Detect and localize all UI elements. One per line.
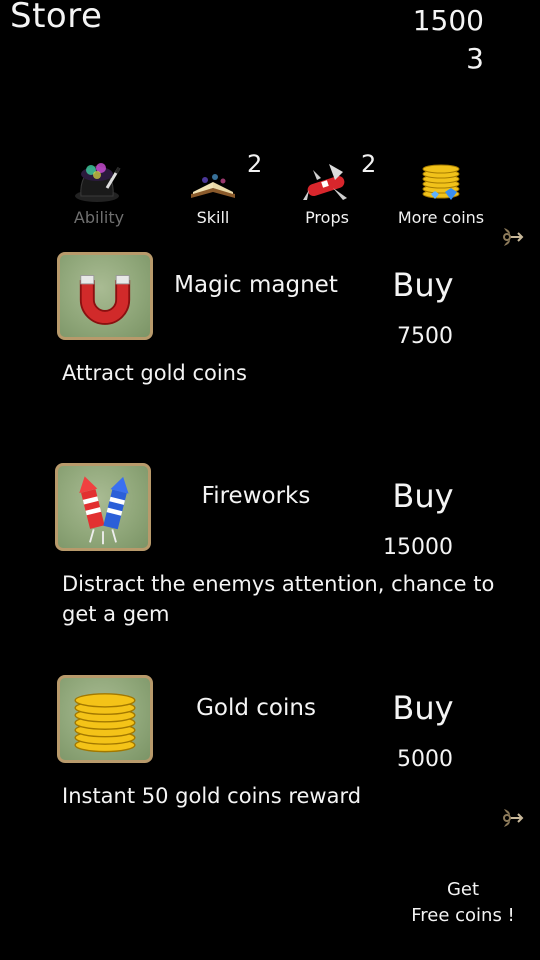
gold-stack-icon bbox=[422, 164, 460, 200]
tab-ability-label: Ability bbox=[73, 208, 125, 227]
tab-more-coins-label: More coins bbox=[397, 208, 485, 227]
item-description: Attract gold coins bbox=[62, 361, 247, 385]
swiss-knife-icon bbox=[303, 164, 347, 200]
props-badge: 2 bbox=[361, 150, 377, 178]
item-name: Magic magnet bbox=[174, 272, 338, 298]
free-coins-line1: Get bbox=[446, 879, 480, 900]
gold-coins-thumbnail bbox=[57, 675, 153, 763]
item-name: Gold coins bbox=[196, 695, 316, 721]
magic-hat-icon bbox=[75, 163, 121, 202]
item-description: Distract the enemys attention, chance to… bbox=[62, 572, 495, 626]
item-price: 7500 bbox=[397, 324, 453, 349]
gold-balance: 1500 bbox=[412, 4, 484, 37]
scroll-right-arrow-icon[interactable] bbox=[498, 222, 528, 252]
spellbook-icon bbox=[191, 174, 235, 198]
item-price: 5000 bbox=[397, 747, 453, 772]
fireworks-thumbnail bbox=[55, 463, 151, 551]
buy-gold-coins-button[interactable]: Buy bbox=[373, 689, 473, 727]
magnet-thumbnail bbox=[57, 252, 153, 340]
get-free-coins-button[interactable]: Get Free coins ! bbox=[396, 877, 530, 929]
item-price: 15000 bbox=[383, 535, 453, 560]
skill-badge: 2 bbox=[247, 150, 263, 178]
item-name: Fireworks bbox=[201, 483, 311, 509]
buy-fireworks-button[interactable]: Buy bbox=[373, 477, 473, 515]
buy-magic-magnet-button[interactable]: Buy bbox=[373, 266, 473, 304]
scroll-right-arrow-icon[interactable] bbox=[498, 803, 528, 833]
tab-ability[interactable]: Ability bbox=[44, 158, 154, 227]
magnet-icon bbox=[79, 275, 131, 325]
free-coins-line2: Free coins ! bbox=[411, 905, 515, 926]
gem-balance: 3 bbox=[466, 42, 484, 75]
item-description: Instant 50 gold coins reward bbox=[62, 784, 362, 808]
tab-props-label: Props bbox=[305, 208, 349, 227]
tab-more-coins[interactable]: More coins bbox=[386, 158, 496, 227]
page-title: Store bbox=[10, 0, 103, 36]
coin-stack-icon bbox=[74, 693, 136, 753]
fireworks-icon bbox=[79, 476, 129, 545]
tab-skill-label: Skill bbox=[196, 208, 230, 227]
